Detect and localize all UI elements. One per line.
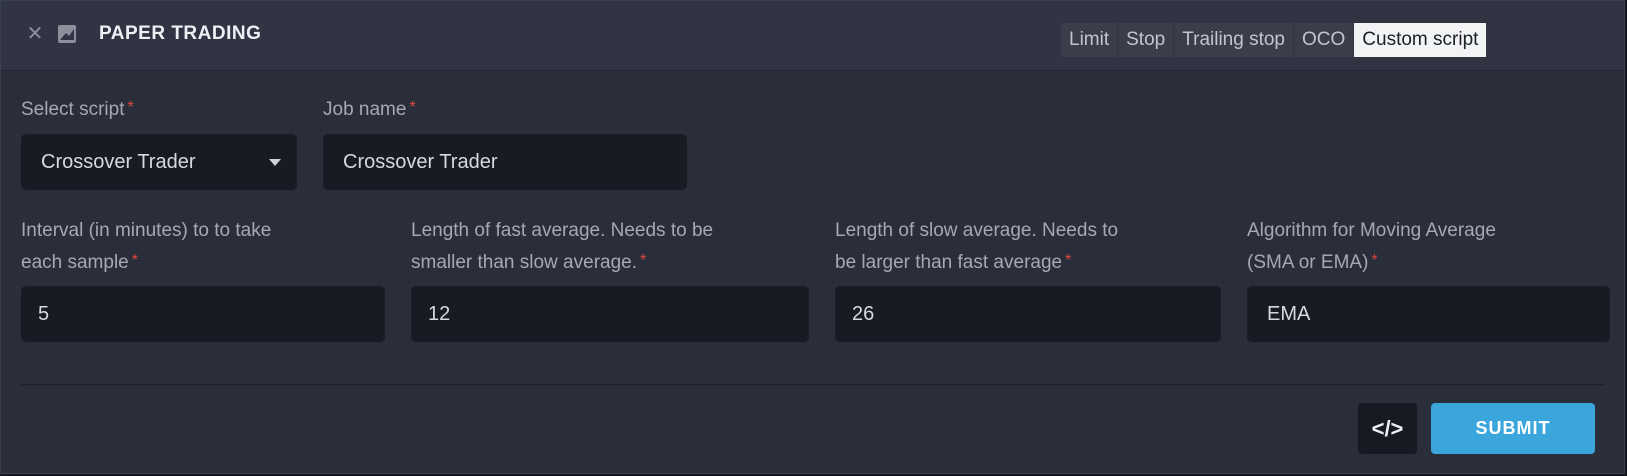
slow-average-input[interactable]: 26 xyxy=(835,286,1221,342)
algorithm-label-line1: Algorithm for Moving Average xyxy=(1247,220,1496,241)
select-script-label-text: Select script xyxy=(21,99,125,120)
algorithm-input[interactable]: EMA xyxy=(1247,286,1610,342)
fast-average-input[interactable]: 12 xyxy=(411,286,809,342)
interval-label: Interval (in minutes) to to take each sa… xyxy=(21,215,271,279)
tab-oco[interactable]: OCO xyxy=(1294,23,1354,57)
interval-label-line2: each sample xyxy=(21,252,129,273)
code-icon: </> xyxy=(1371,415,1404,441)
job-name-value: Crossover Trader xyxy=(343,150,498,173)
select-script-label: Select script * xyxy=(21,94,134,126)
image-icon[interactable] xyxy=(57,23,77,45)
submit-button[interactable]: SUBMIT xyxy=(1431,403,1595,454)
fast-average-label: Length of fast average. Needs to be smal… xyxy=(411,215,713,279)
algorithm-value: EMA xyxy=(1267,302,1311,325)
submit-button-label: SUBMIT xyxy=(1475,418,1551,438)
slow-average-value: 26 xyxy=(852,302,875,325)
fast-average-label-line1: Length of fast average. Needs to be xyxy=(411,220,714,241)
select-script-value: Crossover Trader xyxy=(41,150,196,173)
slow-average-label-line1: Length of slow average. Needs to xyxy=(835,220,1119,241)
tab-limit[interactable]: Limit xyxy=(1061,23,1118,57)
fast-average-value: 12 xyxy=(428,302,451,325)
code-view-button[interactable]: </> xyxy=(1358,403,1417,454)
algorithm-label: Algorithm for Moving Average (SMA or EMA… xyxy=(1247,215,1496,279)
slow-average-label-line2: be larger than fast average xyxy=(835,252,1063,273)
fast-average-label-line2: smaller than slow average. xyxy=(411,252,637,273)
panel-header: ✕ PAPER TRADING Limit Stop Trailing stop… xyxy=(1,1,1624,71)
interval-value: 5 xyxy=(38,302,50,325)
tab-custom-script[interactable]: Custom script xyxy=(1354,23,1487,57)
slow-average-label: Length of slow average. Needs to be larg… xyxy=(835,215,1118,279)
tab-stop[interactable]: Stop xyxy=(1118,23,1174,57)
order-type-tabs: Limit Stop Trailing stop OCO Custom scri… xyxy=(1061,23,1487,57)
close-icon[interactable]: ✕ xyxy=(25,23,45,45)
interval-input[interactable]: 5 xyxy=(21,286,385,342)
chevron-down-icon xyxy=(269,159,281,166)
required-marker: * xyxy=(131,252,138,269)
job-name-label: Job name * xyxy=(323,94,416,126)
select-script-dropdown[interactable]: Crossover Trader xyxy=(21,134,297,190)
required-marker: * xyxy=(409,99,416,116)
required-marker: * xyxy=(1371,252,1378,269)
interval-label-line1: Interval (in minutes) to to take xyxy=(21,220,272,241)
job-name-label-text: Job name xyxy=(323,99,407,120)
paper-trading-panel: ✕ PAPER TRADING Limit Stop Trailing stop… xyxy=(0,0,1625,474)
panel-title: PAPER TRADING xyxy=(99,23,262,44)
tab-trailing-stop[interactable]: Trailing stop xyxy=(1174,23,1294,57)
required-marker: * xyxy=(127,99,134,116)
job-name-input[interactable]: Crossover Trader xyxy=(323,134,687,190)
required-marker: * xyxy=(1065,252,1072,269)
divider xyxy=(21,384,1604,385)
algorithm-label-line2: (SMA or EMA) xyxy=(1247,252,1369,273)
required-marker: * xyxy=(640,252,647,269)
